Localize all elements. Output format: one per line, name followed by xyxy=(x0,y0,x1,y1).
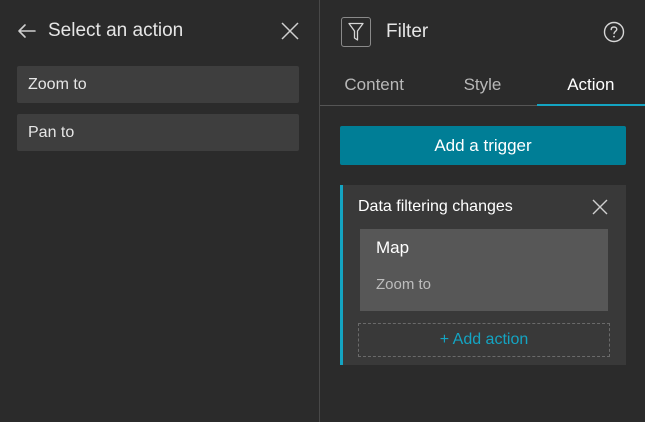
action-item-pan-to[interactable]: Pan to xyxy=(17,114,299,151)
action-target: Map xyxy=(376,238,410,257)
action-card[interactable]: Map Zoom to xyxy=(360,229,608,311)
tab-content[interactable]: Content xyxy=(320,64,428,105)
close-icon[interactable] xyxy=(279,20,301,42)
app-root: Select an action Zoom to Pan to Filter C… xyxy=(0,0,645,422)
action-name: Zoom to xyxy=(376,276,432,293)
widget-title: Filter xyxy=(386,21,429,42)
tab-action[interactable]: Action xyxy=(536,64,645,106)
back-arrow-icon[interactable] xyxy=(16,20,38,42)
trigger-title: Data filtering changes xyxy=(358,198,513,215)
add-action-button[interactable]: + Add action xyxy=(358,323,610,357)
trigger-header: Data filtering changes xyxy=(358,185,610,229)
action-tab-content: Add a trigger Data filtering changes Map… xyxy=(320,106,645,365)
tab-style[interactable]: Style xyxy=(428,64,536,105)
filter-header: Filter xyxy=(320,0,645,64)
add-trigger-button[interactable]: Add a trigger xyxy=(340,126,626,165)
action-item-zoom-to[interactable]: Zoom to xyxy=(17,66,299,103)
action-list: Zoom to Pan to xyxy=(0,62,319,151)
filter-settings-panel: Filter Content Style Action Add a trigge… xyxy=(320,0,645,422)
settings-tabs: Content Style Action xyxy=(320,64,645,106)
remove-trigger-icon[interactable] xyxy=(590,197,610,217)
filter-icon xyxy=(341,17,371,47)
select-action-panel: Select an action Zoom to Pan to xyxy=(0,0,320,422)
trigger-card: Data filtering changes Map Zoom to + Add… xyxy=(340,185,626,365)
select-action-header: Select an action xyxy=(0,0,319,62)
select-action-title: Select an action xyxy=(48,20,184,41)
help-icon[interactable] xyxy=(603,21,625,43)
